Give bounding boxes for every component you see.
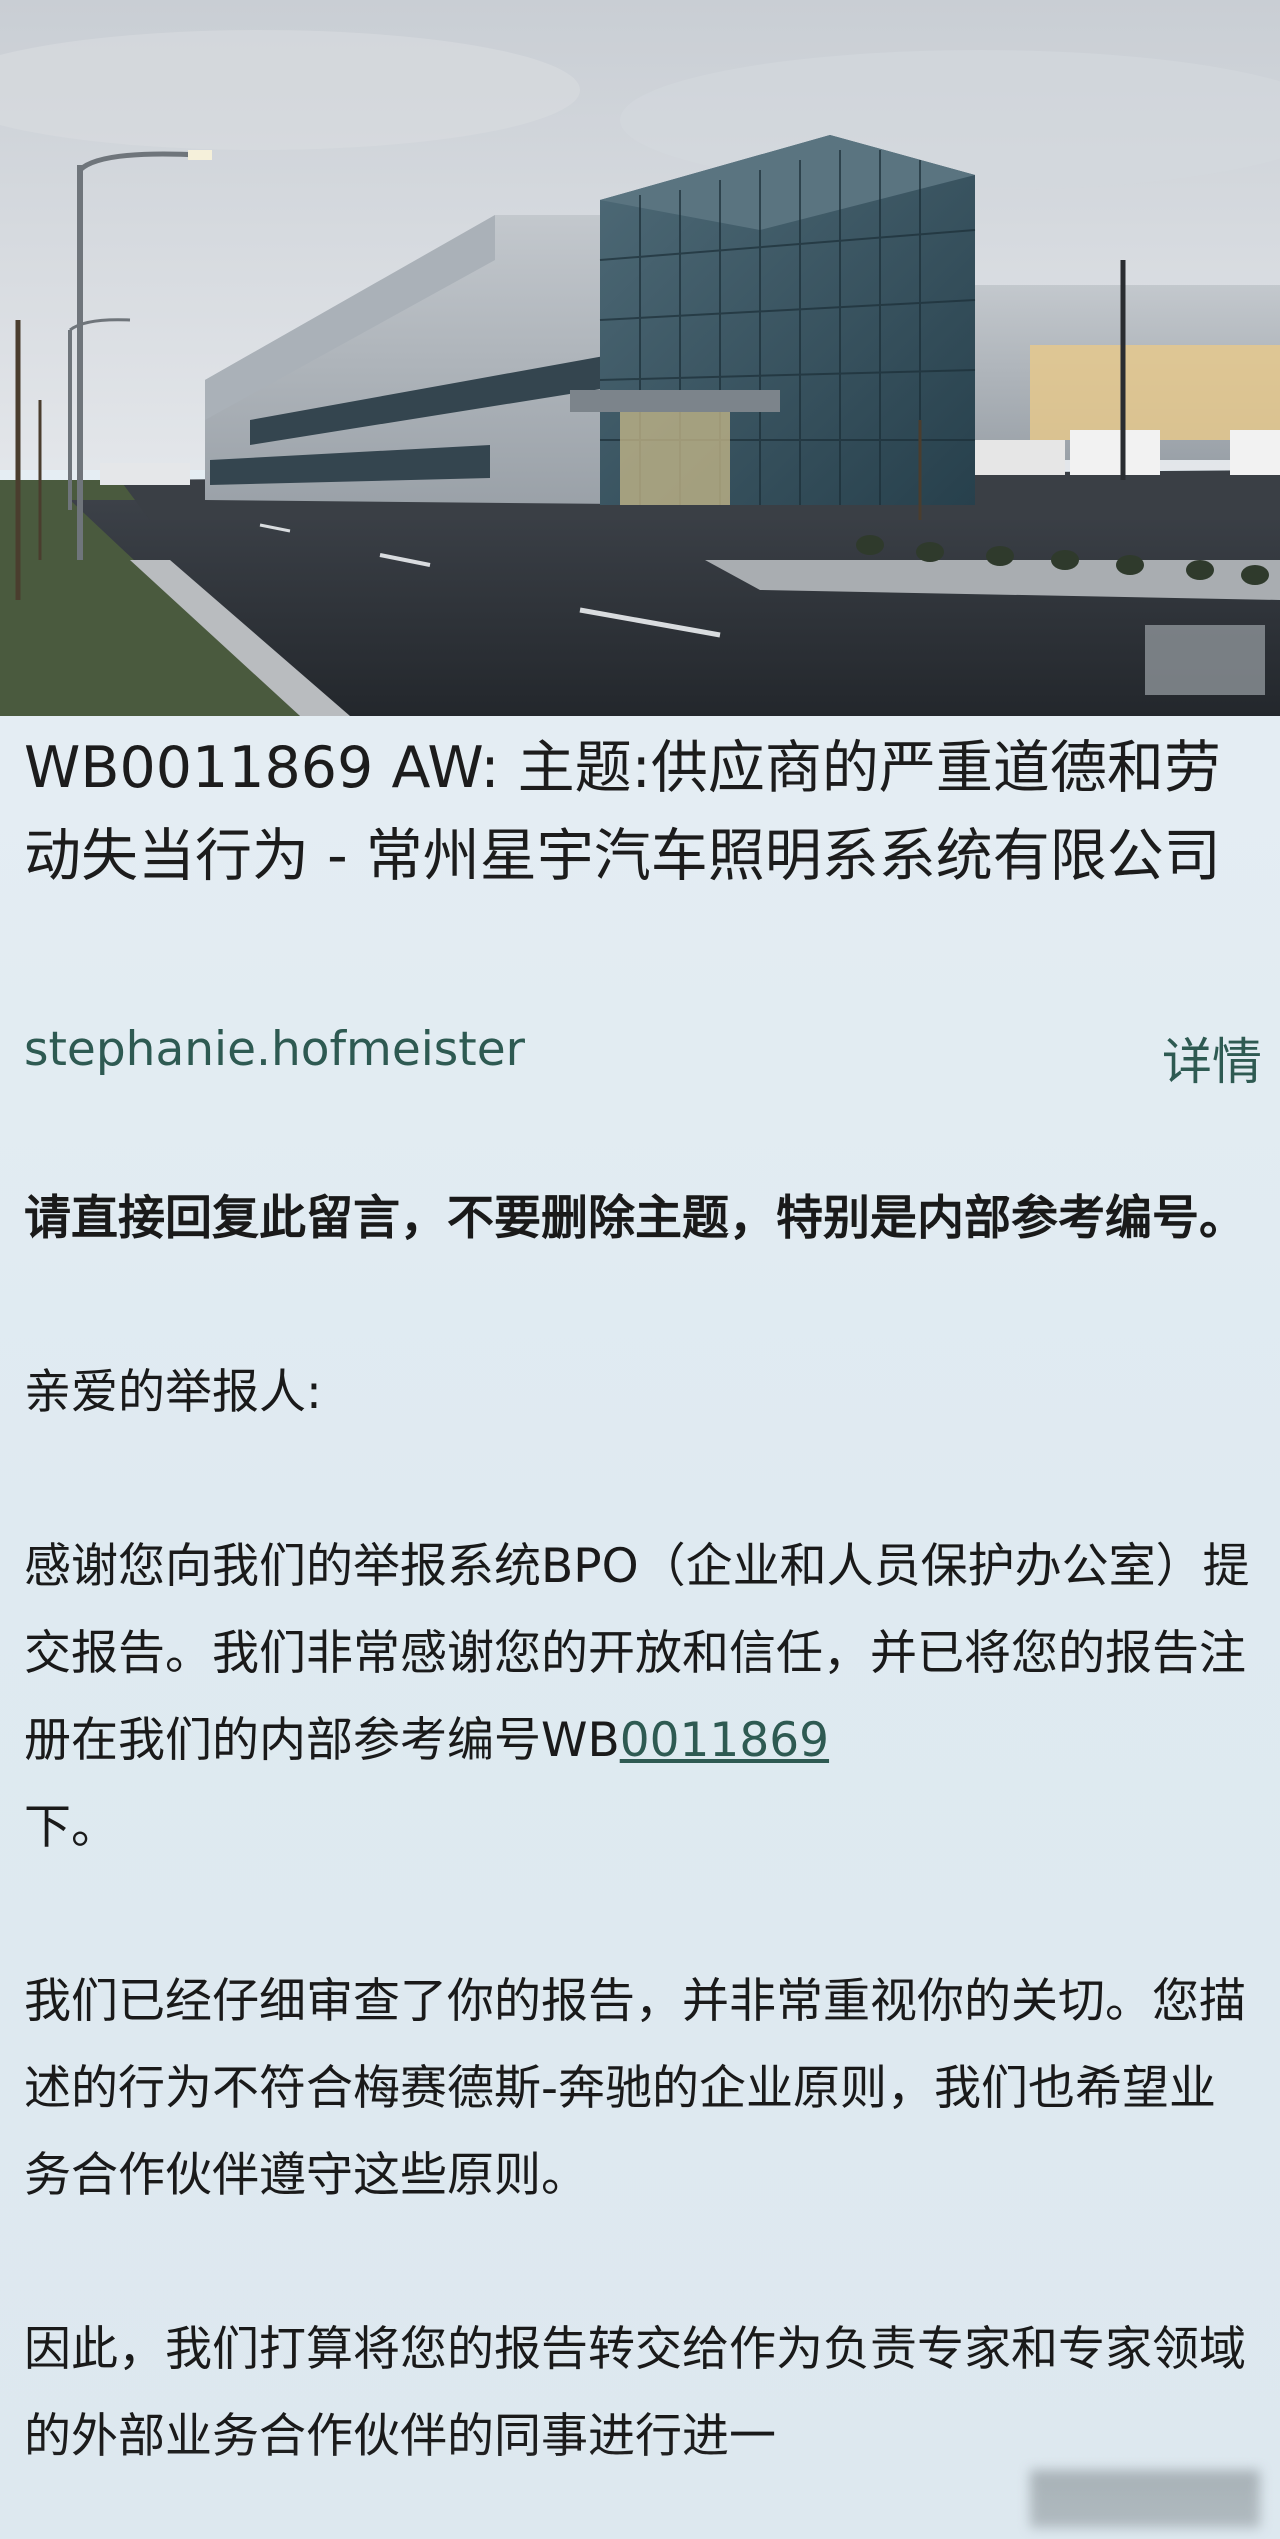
watermark-blur (1030, 2470, 1260, 2528)
paragraph-thanks: 感谢您向我们的举报系统BPO（企业和人员保护办公室）提交报告。我们非常感谢您的开… (24, 1523, 1256, 1871)
building-photo (0, 0, 1280, 716)
email-body: 请直接回复此留言，不要删除主题，特别是内部参考编号。 亲爱的举报人: 感谢您向我… (24, 1175, 1256, 2480)
paragraph-thanks-suffix: 下。 (24, 1800, 118, 1855)
details-button[interactable]: 详情 (1162, 1022, 1262, 1094)
greeting: 亲爱的举报人: (24, 1365, 322, 1420)
paragraph-review: 我们已经仔细审查了你的报告，并非常重视你的关切。您描述的行为不符合梅赛德斯-奔驰… (24, 1974, 1246, 2203)
header-image (0, 0, 1280, 716)
sender-name[interactable]: stephanie.hofmeister (24, 1022, 525, 1077)
reply-notice: 请直接回复此留言，不要删除主题，特别是内部参考编号。 (24, 1191, 1246, 1246)
email-subject: WB0011869 AW: 主题:供应商的严重道德和劳动失当行为 - 常州星宇汽… (24, 735, 1221, 889)
paragraph-forward: 因此，我们打算将您的报告转交给作为负责专家和专家领域的外部业务合作伙伴的同事进行… (24, 2322, 1246, 2464)
reference-number-link[interactable]: 0011869 (620, 1713, 829, 1768)
